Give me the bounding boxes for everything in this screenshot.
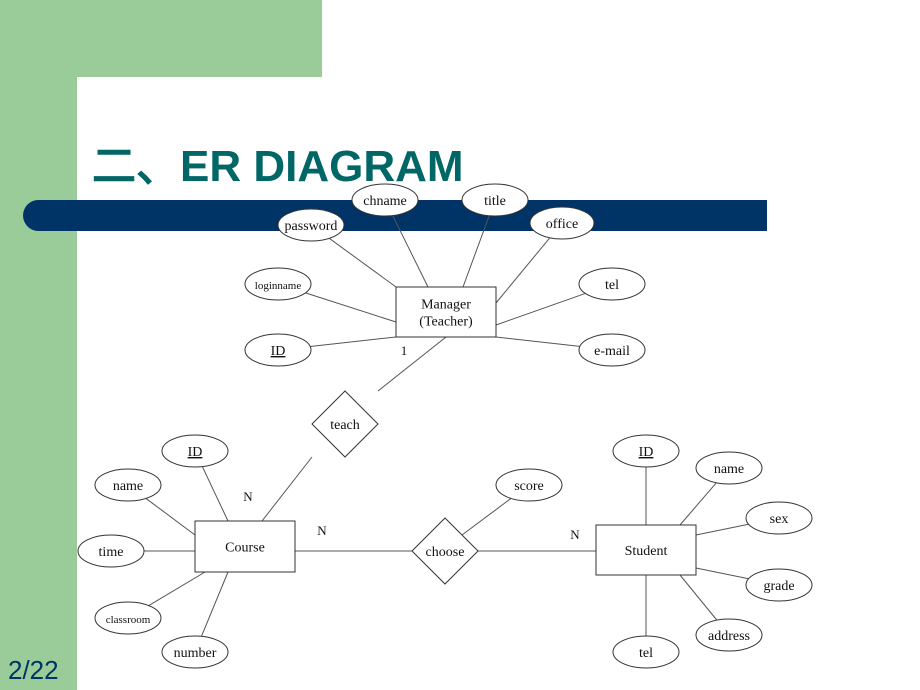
teach-manager-line: [377, 336, 447, 392]
entity-label: (Teacher): [419, 315, 473, 330]
attribute-label: office: [546, 217, 578, 232]
attribute-label: password: [285, 219, 338, 234]
manager-attr-line-chname: [392, 215, 429, 288]
attribute-label: grade: [763, 579, 794, 594]
attribute-label: title: [484, 194, 506, 209]
attribute-label: name: [714, 462, 744, 477]
entity-label: Student: [625, 544, 668, 559]
manager-attr-line-e-mail: [495, 336, 580, 347]
relationship-label: choose: [426, 545, 465, 560]
student-attr-line-name: [679, 482, 717, 526]
course-attr-line-classroom: [148, 571, 206, 607]
cardinality-choose-0: N: [317, 523, 327, 538]
choose-attr-line-score: [461, 498, 512, 536]
cardinality-teach-0: 1: [401, 343, 408, 358]
manager-attr-line-title: [462, 215, 490, 288]
attribute-label: sex: [770, 512, 789, 527]
entity-label: Manager: [421, 298, 471, 313]
attribute-label: e-mail: [594, 344, 630, 359]
attribute-label: name: [113, 479, 143, 494]
student-attr-line-grade: [695, 567, 749, 580]
attribute-label: chname: [363, 194, 407, 209]
course-attr-line-name: [145, 498, 196, 536]
attribute-label: address: [708, 629, 750, 644]
attribute-label: time: [99, 545, 124, 560]
relationship-label: teach: [330, 418, 360, 433]
attribute-label: tel: [639, 646, 653, 661]
attribute-label: ID: [188, 445, 203, 460]
course-attr-line-number: [201, 571, 229, 637]
attribute-label: loginname: [255, 280, 302, 292]
cardinality-choose-1: N: [570, 527, 580, 542]
attribute-label: score: [514, 479, 544, 494]
manager-attr-line-tel: [495, 292, 586, 326]
student-attr-line-address: [679, 574, 718, 621]
student-attr-line-sex: [695, 523, 749, 536]
manager-attr-line-loginname: [305, 292, 397, 323]
manager-attr-line-ID: [310, 336, 397, 347]
course-attr-line-ID: [201, 466, 229, 522]
manager-attr-line-office: [495, 237, 551, 304]
attribute-label: ID: [271, 344, 286, 359]
attribute-label: ID: [639, 445, 654, 460]
manager-attr-line-password: [328, 237, 397, 288]
attribute-label: tel: [605, 278, 619, 293]
entity-label: Course: [225, 541, 265, 556]
cardinality-teach-1: N: [243, 489, 253, 504]
teach-course-line: [261, 456, 313, 522]
attribute-label: number: [174, 646, 217, 661]
er-diagram: password chname title office loginname tel ID e…: [77, 183, 813, 669]
attribute-label: classroom: [106, 614, 151, 626]
